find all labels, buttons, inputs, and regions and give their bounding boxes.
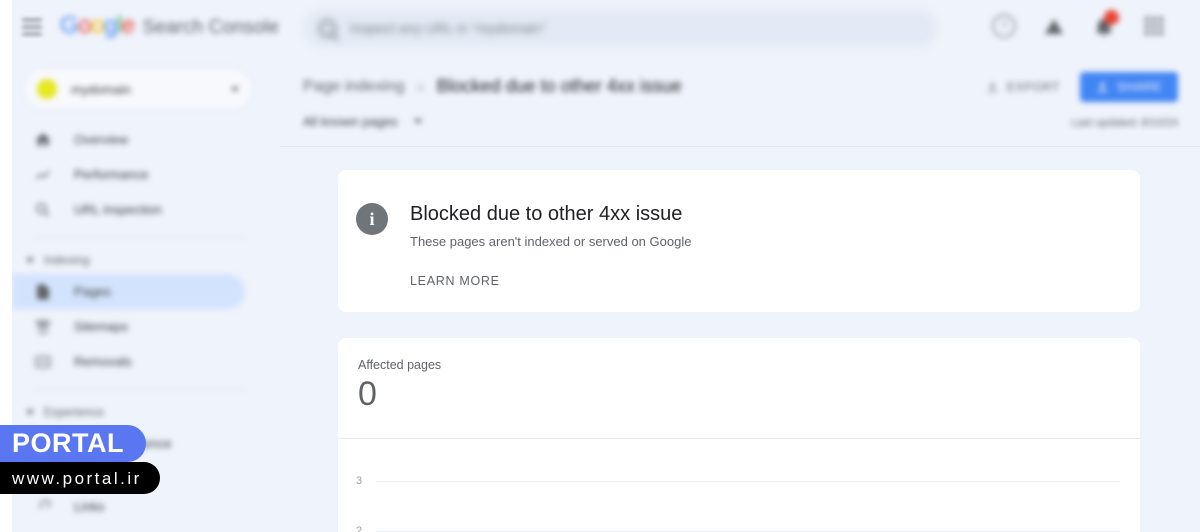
alert-icon[interactable] <box>1042 14 1066 38</box>
learn-more-link[interactable]: LEARN MORE <box>410 274 691 288</box>
search-console-page: Google Search Console Inspect any URL in… <box>0 0 1200 532</box>
chevron-down-icon <box>26 410 34 415</box>
share-icon <box>1096 80 1109 94</box>
share-label: SHARE <box>1117 80 1162 94</box>
sidebar-item-label: URL inspection <box>74 202 162 217</box>
top-bar: Google Search Console Inspect any URL in… <box>0 0 1200 56</box>
pages-icon <box>34 283 52 301</box>
url-inspection-search-bar[interactable]: Inspect any URL in "mydomain" <box>303 8 938 48</box>
page-title: Blocked due to other 4xx issue <box>437 76 682 97</box>
watermark-portal-badge: PORTAL <box>0 425 146 462</box>
product-name: Search Console <box>142 17 279 39</box>
download-icon <box>986 80 999 95</box>
breadcrumb: Page indexing > Blocked due to other 4xx… <box>303 76 682 97</box>
gridline-3 <box>376 481 1120 482</box>
brand-logo[interactable]: Google Search Console <box>60 14 279 39</box>
sidebar-group-label: Indexing <box>44 253 89 267</box>
hamburger-icon[interactable] <box>22 19 42 35</box>
watermark-url-badge: www.portal.ir <box>0 462 160 494</box>
sidebar-item-overview[interactable]: Overview <box>12 122 245 157</box>
watermark-url-text: www.portal.ir <box>12 470 142 487</box>
link-icon <box>34 498 52 516</box>
notifications-bell-icon[interactable] <box>1092 14 1116 38</box>
sidebar-item-label: Performance <box>74 167 148 182</box>
sitemap-icon <box>34 318 52 336</box>
issue-summary-card: i Blocked due to other 4xx issue These p… <box>338 170 1140 312</box>
y-tick-label-3: 3 <box>356 475 362 487</box>
chevron-down-icon[interactable] <box>414 119 422 124</box>
affected-pages-chart-card: Affected pages 0 3 2 <box>338 338 1140 532</box>
sidebar-item-url-inspection[interactable]: URL inspection <box>12 192 245 227</box>
google-letter-o1: o <box>78 12 91 39</box>
chart-line-icon <box>34 166 52 184</box>
main-content: Page indexing > Blocked due to other 4xx… <box>280 56 1200 532</box>
last-updated-text: Last updated: 8/10/24 <box>1072 117 1178 129</box>
affected-pages-chart[interactable]: 3 2 <box>338 439 1140 532</box>
metric-label: Affected pages <box>358 358 1140 372</box>
sidebar-item-pages[interactable]: Pages <box>12 274 245 309</box>
sidebar-divider <box>34 237 245 238</box>
sidebar-item-label: Overview <box>74 132 128 147</box>
header-actions: EXPORT SHARE <box>986 72 1178 102</box>
pages-filter-chip-label[interactable]: All known pages <box>303 114 398 129</box>
filter-bar: All known pages <box>303 114 422 129</box>
property-name: mydomain <box>71 82 217 97</box>
search-placeholder: Inspect any URL in "mydomain" <box>350 20 546 36</box>
sidebar-group-experience[interactable]: Experience <box>12 398 280 426</box>
apps-grid-icon[interactable] <box>1142 14 1166 38</box>
export-button[interactable]: EXPORT <box>986 80 1060 95</box>
issue-subtitle: These pages aren't indexed or served on … <box>410 234 691 249</box>
property-avatar <box>37 79 57 99</box>
sidebar-divider-2 <box>34 389 245 390</box>
chevron-down-icon <box>231 87 239 92</box>
home-icon <box>34 131 52 149</box>
google-letter-o2: o <box>91 12 104 39</box>
sidebar-item-label: Pages <box>74 284 111 299</box>
sidebar-group-label: Experience <box>44 405 104 419</box>
google-letter-g2: g <box>104 12 117 39</box>
y-tick-label-2: 2 <box>356 525 362 532</box>
metric-value: 0 <box>358 376 1140 413</box>
sidebar-group-indexing[interactable]: Indexing <box>12 246 280 274</box>
sidebar-item-removals[interactable]: Removals <box>12 344 245 379</box>
sidebar-item-performance[interactable]: Performance <box>12 157 245 192</box>
top-bar-icons: ? <box>992 14 1166 38</box>
help-icon[interactable]: ? <box>992 14 1016 38</box>
watermark-brand-text: PORTAL <box>12 430 124 457</box>
notification-badge <box>1104 10 1119 25</box>
removals-icon <box>34 353 52 371</box>
breadcrumb-separator: > <box>416 79 424 95</box>
sidebar-item-label: Sitemaps <box>74 319 128 334</box>
header-divider <box>280 146 1200 147</box>
sidebar-item-sitemaps[interactable]: Sitemaps <box>12 309 245 344</box>
export-label: EXPORT <box>1007 80 1060 94</box>
google-wordmark: Google <box>60 14 134 38</box>
info-icon: i <box>356 203 388 235</box>
share-button[interactable]: SHARE <box>1080 72 1178 102</box>
property-selector[interactable]: mydomain <box>24 68 252 110</box>
sidebar-item-label: Removals <box>74 354 132 369</box>
search-icon <box>34 201 52 219</box>
google-letter-g: G <box>60 12 78 39</box>
search-icon <box>319 20 336 37</box>
google-letter-e: e <box>122 12 135 39</box>
breadcrumb-parent[interactable]: Page indexing <box>303 78 404 96</box>
issue-title: Blocked due to other 4xx issue <box>410 203 691 226</box>
sidebar-item-label: Links <box>74 499 104 514</box>
sidebar-item-links[interactable]: Links <box>12 489 245 524</box>
chevron-down-icon <box>26 258 34 263</box>
